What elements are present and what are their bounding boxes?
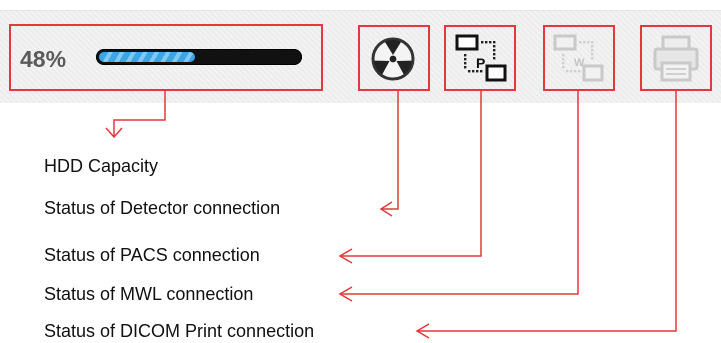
label-mwl-connection: Status of MWL connection [44, 284, 254, 304]
label-hdd-capacity: HDD Capacity [44, 156, 159, 176]
label-pacs-connection: Status of PACS connection [44, 245, 260, 265]
label-detector-connection: Status of Detector connection [44, 198, 281, 218]
label-dicom-print-connection: Status of DICOM Print connection [44, 321, 315, 341]
